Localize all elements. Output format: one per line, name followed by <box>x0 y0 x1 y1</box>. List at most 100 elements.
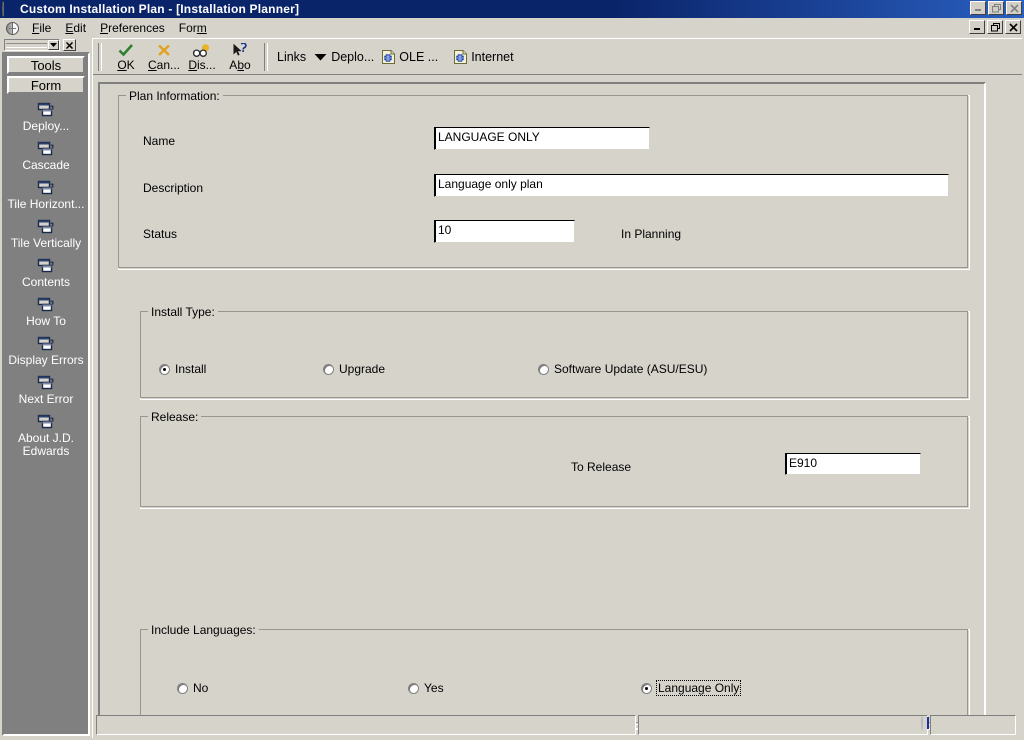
install-type-legend: Install Type: <box>148 305 218 319</box>
mdi-close-button[interactable] <box>1005 20 1021 34</box>
windows-cascade-icon <box>37 414 55 430</box>
radio-languages-only[interactable]: Language Only <box>641 680 742 696</box>
sidebar-item-label: Tile Horizont... <box>7 197 85 211</box>
sidebar-item-display-errors[interactable]: Display Errors <box>4 334 88 373</box>
sidebar-item-list: Deploy... Cascade Tile Horizont... Tile Ver… <box>4 100 88 464</box>
windows-cascade-icon <box>37 141 55 157</box>
to-release-input[interactable]: E910 <box>785 453 921 475</box>
sidebar-item-label: About J.D. Edwards <box>17 431 75 458</box>
chevron-down-icon[interactable] <box>48 40 59 50</box>
windows-cascade-icon <box>37 180 55 196</box>
display-button[interactable]: Dis... <box>183 41 221 72</box>
name-label: Name <box>143 134 176 148</box>
display-button-label: Dis... <box>188 58 216 72</box>
status-bar <box>96 715 1018 735</box>
status-pane-2 <box>638 715 928 735</box>
sidebar-item-contents[interactable]: Contents <box>4 256 88 295</box>
radio-software-update-label: Software Update (ASU/ESU) <box>554 362 708 376</box>
sidebar-tab-tools[interactable]: Tools <box>7 56 85 74</box>
minimize-button[interactable] <box>970 1 986 15</box>
status-label: Status <box>143 227 178 241</box>
sidebar-item-tile-horizont[interactable]: Tile Horizont... <box>4 178 88 217</box>
window-controls <box>970 1 1022 15</box>
windows-cascade-icon <box>37 375 55 391</box>
radio-install-label: Install <box>175 362 207 376</box>
radio-languages-no-label: No <box>193 681 209 695</box>
radio-upgrade[interactable]: Upgrade <box>323 362 385 376</box>
sidebar-item-label: Deploy... <box>22 119 70 133</box>
glasses-icon <box>193 42 211 59</box>
mdi-client-area: OK Can... Dis... Abo Links Deplo... OLE … <box>92 38 1022 738</box>
status-description: In Planning <box>621 227 682 241</box>
name-input[interactable]: LANGUAGE ONLY <box>434 127 650 150</box>
check-icon <box>118 42 134 59</box>
cancel-button[interactable]: Can... <box>145 41 183 72</box>
radio-software-update[interactable]: Software Update (ASU/ESU) <box>538 362 707 376</box>
windows-cascade-icon <box>37 297 55 313</box>
cancel-button-label: Can... <box>147 58 181 72</box>
document-globe-icon <box>382 49 396 64</box>
radio-dot-icon <box>159 363 170 375</box>
menu-item-preferences[interactable]: Preferences <box>93 19 172 37</box>
menu-bar: File Edit Preferences Form <box>0 18 1024 38</box>
sidebar-toolbar <box>2 38 90 52</box>
sidebar-item-tile-vertically[interactable]: Tile Vertically <box>4 217 88 256</box>
restore-button[interactable] <box>988 1 1004 15</box>
radio-languages-no[interactable]: No <box>177 681 208 695</box>
status-input[interactable]: 10 <box>434 220 575 243</box>
sidebar-item-label: Contents <box>21 275 71 289</box>
sidebar-item-label: Cascade <box>22 158 70 172</box>
document-globe-icon <box>454 49 468 64</box>
window-bottom-edge <box>0 740 1024 744</box>
sidebar-item-about-j-d-edwards[interactable]: About J.D. Edwards <box>4 412 88 464</box>
form-client-area: Plan Information: Name LANGUAGE ONLY Des… <box>98 82 986 730</box>
description-input[interactable]: Language only plan <box>434 174 949 197</box>
windows-cascade-icon <box>37 219 55 235</box>
sidebar-item-how-to[interactable]: How To <box>4 295 88 334</box>
radio-install[interactable]: Install <box>159 362 206 376</box>
radio-dot-icon <box>538 363 549 375</box>
menu-item-form[interactable]: Form <box>172 19 214 37</box>
toolbar-separator-2 <box>264 42 268 71</box>
plan-information-legend: Plan Information: <box>126 89 223 103</box>
include-languages-group: Include Languages: No Yes Language Only <box>140 623 970 725</box>
windows-cascade-icon <box>37 258 55 274</box>
close-button[interactable] <box>1006 1 1022 15</box>
sidebar-combo[interactable] <box>4 39 60 51</box>
sidebar-item-label: Tile Vertically <box>10 236 82 250</box>
mdi-restore-button[interactable] <box>987 20 1003 34</box>
mdi-minimize-button[interactable] <box>969 20 985 34</box>
sidebar-item-label: Next Error <box>18 392 74 406</box>
menu-item-file[interactable]: File <box>25 19 58 37</box>
radio-languages-yes-label: Yes <box>424 681 444 695</box>
sidebar-tab-form[interactable]: Form <box>7 76 85 94</box>
radio-dot-icon <box>323 363 334 375</box>
deployment-dropdown[interactable]: Deplo... <box>314 50 374 64</box>
sidebar-item-deploy[interactable]: Deploy... <box>4 100 88 139</box>
to-release-label: To Release <box>571 460 632 474</box>
sidebar-item-cascade[interactable]: Cascade <box>4 139 88 178</box>
ok-button[interactable]: OK <box>107 41 145 72</box>
cross-icon <box>157 42 171 59</box>
sidebar-close-button[interactable] <box>63 39 76 51</box>
about-button-label: Abo <box>229 58 251 72</box>
radio-dot-icon <box>177 682 188 694</box>
toolbar: OK Can... Dis... Abo Links Deplo... OLE … <box>93 38 1022 75</box>
deployment-dropdown-label: Deplo... <box>331 49 375 64</box>
window-title: Custom Installation Plan - [Installation… <box>20 2 300 16</box>
about-button[interactable]: Abo <box>221 41 259 72</box>
menu-item-edit[interactable]: Edit <box>58 19 93 37</box>
sidebar-item-label: Display Errors <box>8 353 84 367</box>
status-pane-1 <box>96 715 636 735</box>
status-pane-3 <box>930 715 1016 735</box>
toolbar-separator <box>98 42 102 71</box>
radio-languages-yes[interactable]: Yes <box>408 681 444 695</box>
sidebar-item-next-error[interactable]: Next Error <box>4 373 88 412</box>
ok-button-label: OK <box>117 58 135 72</box>
ole-link-label: OLE ... <box>399 49 439 64</box>
radio-languages-only-label: Language Only <box>655 680 742 696</box>
sidebar-item-label: How To <box>26 314 66 328</box>
internet-link[interactable]: Internet <box>454 49 514 64</box>
ole-link[interactable]: OLE ... <box>382 49 439 64</box>
internet-link-label: Internet <box>471 49 514 64</box>
